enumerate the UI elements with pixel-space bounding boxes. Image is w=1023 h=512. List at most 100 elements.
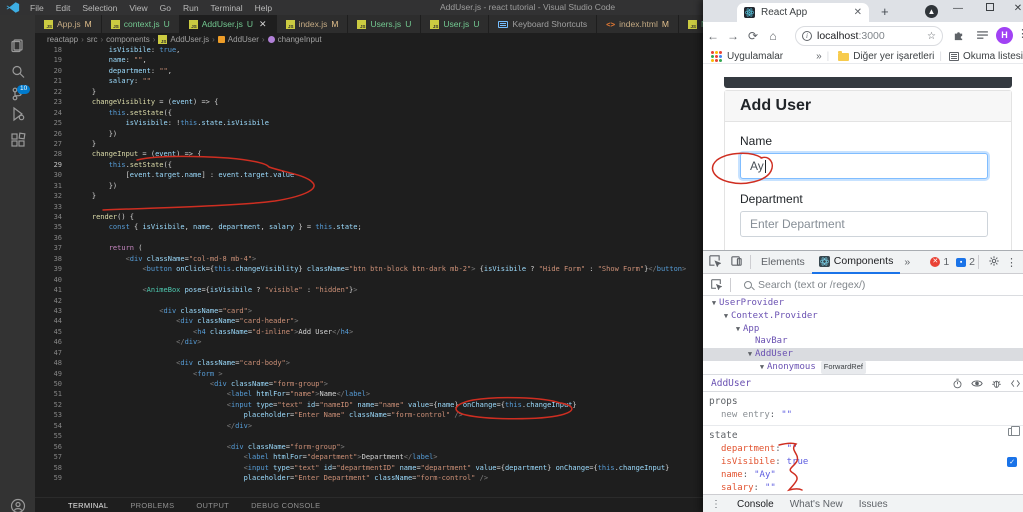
menu-item-run[interactable]: Run — [177, 3, 205, 13]
menu-item-go[interactable]: Go — [154, 3, 177, 13]
editor-tab-index-html[interactable]: <>index.htmlM — [597, 15, 679, 33]
screenshot-root: FileEditSelectionViewGoRunTerminalHelp A… — [0, 0, 1023, 512]
tree-row-adduser[interactable]: ▼AddUser — [703, 348, 1023, 361]
breadcrumb[interactable]: reactapp›src›components›JSAddUser.js›Add… — [35, 33, 703, 45]
bookmark-apps-label[interactable]: Uygulamalar — [727, 51, 783, 62]
editor-tab-users-js[interactable]: JSUsers.jsU — [348, 15, 421, 33]
tree-row-app[interactable]: ▼App — [703, 323, 1023, 336]
explorer-icon[interactable] — [0, 33, 35, 59]
breadcrumb-separator: › — [100, 35, 103, 44]
inspect-dom-eye-icon[interactable] — [971, 378, 983, 389]
reading-list-icon[interactable] — [949, 52, 959, 61]
breadcrumb-item-changeinput[interactable]: changeInput — [268, 35, 322, 44]
menu-item-edit[interactable]: Edit — [50, 3, 77, 13]
name-input[interactable]: Ay — [740, 153, 988, 179]
breadcrumb-item-components[interactable]: components — [106, 35, 150, 44]
address-bar[interactable]: i localhost:3000 ☆ — [795, 26, 943, 46]
devtools-tab-elements[interactable]: Elements — [754, 251, 812, 274]
devtools-more-tabs-icon[interactable]: » — [900, 256, 914, 268]
new-tab-button[interactable]: + — [881, 4, 889, 19]
extensions-icon[interactable] — [0, 127, 35, 153]
menu-item-view[interactable]: View — [123, 3, 153, 13]
window-maximize-button[interactable] — [979, 0, 1001, 20]
select-component-icon[interactable] — [705, 278, 727, 293]
editor-tab-index-js[interactable]: JSindex.jsM — [277, 15, 349, 33]
menu-item-help[interactable]: Help — [249, 3, 278, 13]
kv-row-department[interactable]: department:"" — [703, 443, 1023, 456]
console-tab-issues[interactable]: Issues — [851, 495, 896, 512]
site-info-icon[interactable]: i — [802, 31, 812, 41]
panel-tab-problems[interactable]: PROBLEMS — [130, 501, 174, 510]
forward-icon[interactable]: → — [723, 29, 743, 43]
breadcrumb-item-reactapp[interactable]: reactapp — [47, 35, 78, 44]
panel-tab-terminal[interactable]: TERMINAL — [68, 501, 108, 510]
issues-badge-icon[interactable]: ▪ — [956, 258, 966, 267]
devtools-menu-icon[interactable]: ⋮ — [1006, 256, 1017, 269]
menu-item-selection[interactable]: Selection — [76, 3, 123, 13]
bookmark-star-icon[interactable]: ☆ — [927, 31, 936, 42]
line-content — [62, 348, 75, 358]
line-content: [event.target.name] : event.target.value — [62, 170, 294, 180]
tab-close-icon[interactable]: ✕ — [854, 7, 862, 18]
source-control-icon[interactable]: 10 — [0, 77, 35, 103]
apps-grid-icon[interactable] — [711, 51, 722, 62]
console-tab-console[interactable]: Console — [729, 495, 782, 512]
browser-tab[interactable]: React App ✕ — [737, 3, 869, 22]
boolean-checkbox[interactable]: ✓ — [1007, 457, 1017, 467]
code-line-25: 25 isVisibile: !this.state.isVisibile — [35, 118, 703, 128]
menu-item-file[interactable]: File — [24, 3, 50, 13]
breadcrumb-item-adduser-js[interactable]: JSAddUser.js — [158, 35, 209, 44]
view-source-icon[interactable] — [1010, 378, 1021, 389]
tree-row-anonymous[interactable]: ▼AnonymousForwardRef — [703, 361, 1023, 374]
devtools-tab-components[interactable]: Components — [812, 251, 901, 274]
window-close-button[interactable]: ✕ — [1007, 0, 1023, 20]
extensions-puzzle-icon[interactable] — [953, 30, 964, 41]
components-search-input[interactable]: Search (text or /regex/) — [758, 279, 865, 291]
kv-row-new-entry[interactable]: new entry:"" — [703, 409, 1023, 422]
department-input[interactable]: Enter Department — [740, 211, 988, 237]
tree-row-context-provider[interactable]: ▼Context.Provider — [703, 310, 1023, 323]
tree-row-navbar[interactable]: NavBar — [703, 335, 1023, 348]
debug-bug-icon[interactable] — [991, 378, 1002, 389]
bookmarks-overflow-icon[interactable]: » — [816, 51, 822, 62]
suspense-timer-icon[interactable] — [952, 378, 963, 389]
code-line-32: 32 } — [35, 191, 703, 201]
hide-form-button[interactable] — [724, 77, 1012, 88]
window-minimize-button[interactable]: — — [947, 0, 969, 20]
run-debug-icon[interactable] — [0, 101, 35, 127]
tab-close-icon[interactable]: ✕ — [259, 19, 267, 30]
console-tab-what-s-new[interactable]: What's New — [782, 495, 851, 512]
editor-tab-adduser-js[interactable]: JSAddUser.jsU✕ — [180, 15, 277, 33]
panel-tab-debug-console[interactable]: DEBUG CONSOLE — [251, 501, 320, 510]
bookmark-other-label[interactable]: Diğer yer işaretleri — [853, 51, 934, 62]
panel-tab-output[interactable]: OUTPUT — [196, 501, 229, 510]
menu-item-terminal[interactable]: Terminal — [205, 3, 249, 13]
home-icon[interactable]: ⌂ — [763, 29, 783, 43]
breadcrumb-item-adduser[interactable]: AddUser — [218, 35, 259, 44]
account-icon[interactable] — [0, 493, 35, 512]
devtools-settings-icon[interactable] — [988, 255, 1000, 270]
chrome-update-icon[interactable]: ▲ — [925, 5, 938, 18]
tree-row-userprovider[interactable]: ▼UserProvider — [703, 297, 1023, 310]
editor-tab-app-js[interactable]: JSApp.jsM — [35, 15, 102, 33]
kv-row-name[interactable]: name:"Ay" — [703, 469, 1023, 482]
drawer-menu-icon[interactable]: ⋮ — [711, 499, 721, 510]
line-number: 46 — [35, 337, 62, 347]
reload-icon[interactable]: ⟳ — [743, 29, 763, 43]
inspect-element-icon[interactable] — [703, 254, 725, 270]
profile-avatar[interactable]: H — [996, 27, 1013, 44]
editor-tab-context-js[interactable]: JScontext.jsU — [102, 15, 180, 33]
code-editor[interactable]: 18 isVisibile: true,19 name: "",20 depar… — [35, 45, 703, 497]
breadcrumb-item-src[interactable]: src — [87, 35, 98, 44]
device-toolbar-icon[interactable] — [725, 254, 747, 270]
bookmarks-folder-icon[interactable] — [838, 53, 849, 61]
kv-row-isVisibile[interactable]: isVisibile:true✓ — [703, 456, 1023, 469]
copy-state-icon[interactable] — [1008, 428, 1015, 436]
error-badge-icon[interactable]: ✕ — [930, 257, 940, 267]
reading-list-label[interactable]: Okuma listesi — [963, 51, 1023, 62]
chrome-menu-icon[interactable]: ⋮ — [1017, 27, 1023, 40]
back-icon[interactable]: ← — [703, 29, 723, 43]
editor-tab-keyboard-shortcuts[interactable]: Keyboard Shortcuts — [489, 15, 597, 33]
reading-list-extension-icon[interactable] — [977, 31, 988, 40]
editor-tab-user-js[interactable]: JSUser.jsU — [421, 15, 489, 33]
